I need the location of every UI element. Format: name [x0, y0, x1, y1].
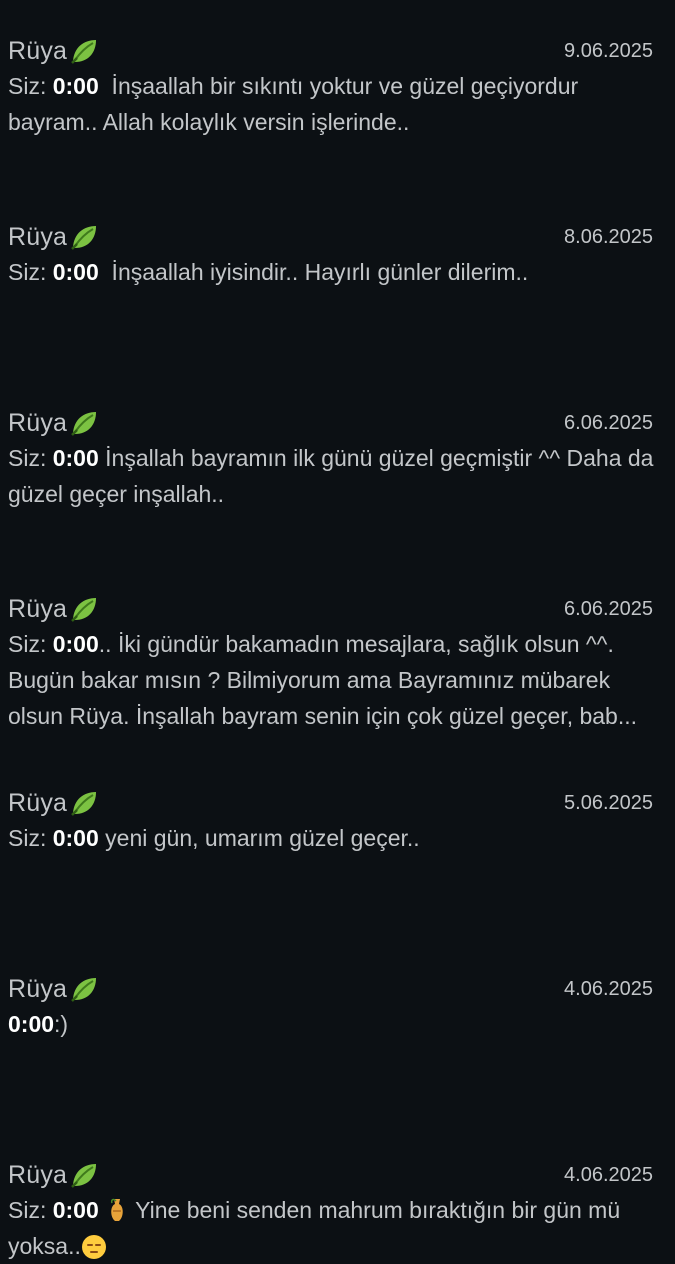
sender-prefix: Siz:: [8, 1197, 53, 1223]
message-time: 0:00: [52, 445, 99, 471]
message-preview: 0:00:): [8, 1006, 657, 1042]
message-text: İnşaallah iyisindir.. Hayırlı günler dil…: [98, 259, 529, 285]
contact-name: Rüya: [8, 408, 68, 437]
message-date: 6.06.2025: [564, 598, 653, 620]
conversation-item[interactable]: Rüya 9.06.2025 Siz: 0:00 İnşaallah bir s…: [0, 28, 675, 140]
pensive-face-icon: [81, 1235, 106, 1259]
message-time: 0:00: [52, 1197, 99, 1223]
message-preview: Siz: 0:00 yeni gün, umarım güzel geçer..: [8, 820, 657, 856]
message-time: 0:00: [52, 259, 99, 285]
message-date: 4.06.2025: [564, 1164, 653, 1186]
contact-name: Rüya: [8, 788, 68, 817]
message-date: 5.06.2025: [564, 792, 653, 814]
message-time: 0:00: [8, 1011, 55, 1037]
message-text: .. İki gündür bakamadın mesajlara, sağlı…: [8, 631, 638, 729]
message-time: 0:00: [52, 73, 99, 99]
contact-name: Rüya: [8, 36, 68, 65]
conversation-item[interactable]: Rüya 6.06.2025 Siz: 0:00.. İki gündür ba…: [0, 586, 675, 734]
message-preview: Siz: 0:00 Yine beni senden mahrum bırakt…: [8, 1192, 657, 1264]
leaf-icon: [71, 40, 97, 64]
conversation-item[interactable]: Rüya 4.06.2025 Siz: 0:00 Yine beni sende…: [0, 1152, 675, 1264]
contact-name: Rüya: [8, 594, 68, 623]
sender-prefix: Siz:: [8, 825, 53, 851]
sender-prefix: Siz:: [8, 259, 53, 285]
message-text: yeni gün, umarım güzel geçer..: [98, 825, 420, 851]
message-text: İnşallah bayramın ilk günü güzel geçmişt…: [8, 445, 660, 507]
leaf-icon: [71, 792, 97, 816]
contact-name: Rüya: [8, 222, 68, 251]
conversation-item[interactable]: Rüya 4.06.2025 0:00:): [0, 966, 675, 1042]
vase-icon: [111, 1198, 123, 1221]
leaf-icon: [71, 978, 97, 1002]
message-text: :): [54, 1011, 69, 1037]
leaf-icon: [71, 1164, 97, 1188]
leaf-icon: [71, 412, 97, 436]
message-preview: Siz: 0:00 İnşallah bayramın ilk günü güz…: [8, 440, 657, 512]
contact-name: Rüya: [8, 1160, 68, 1189]
leaf-icon: [71, 598, 97, 622]
message-date: 4.06.2025: [564, 978, 653, 1000]
sender-prefix: Siz:: [8, 631, 53, 657]
sender-prefix: Siz:: [8, 445, 53, 471]
message-time: 0:00: [52, 631, 99, 657]
contact-name: Rüya: [8, 974, 68, 1003]
conversation-item[interactable]: Rüya 8.06.2025 Siz: 0:00 İnşaallah iyisi…: [0, 214, 675, 290]
message-date: 9.06.2025: [564, 40, 653, 62]
message-preview: Siz: 0:00.. İki gündür bakamadın mesajla…: [8, 626, 657, 734]
message-preview: Siz: 0:00 İnşaallah iyisindir.. Hayırlı …: [8, 254, 657, 290]
message-time: 0:00: [52, 825, 99, 851]
message-date: 8.06.2025: [564, 226, 653, 248]
message-preview: Siz: 0:00 İnşaallah bir sıkıntı yoktur v…: [8, 68, 657, 140]
message-date: 6.06.2025: [564, 412, 653, 434]
sender-prefix: Siz:: [8, 73, 53, 99]
leaf-icon: [71, 226, 97, 250]
conversation-item[interactable]: Rüya 6.06.2025 Siz: 0:00 İnşallah bayram…: [0, 400, 675, 512]
conversation-item[interactable]: Rüya 5.06.2025 Siz: 0:00 yeni gün, umarı…: [0, 780, 675, 856]
